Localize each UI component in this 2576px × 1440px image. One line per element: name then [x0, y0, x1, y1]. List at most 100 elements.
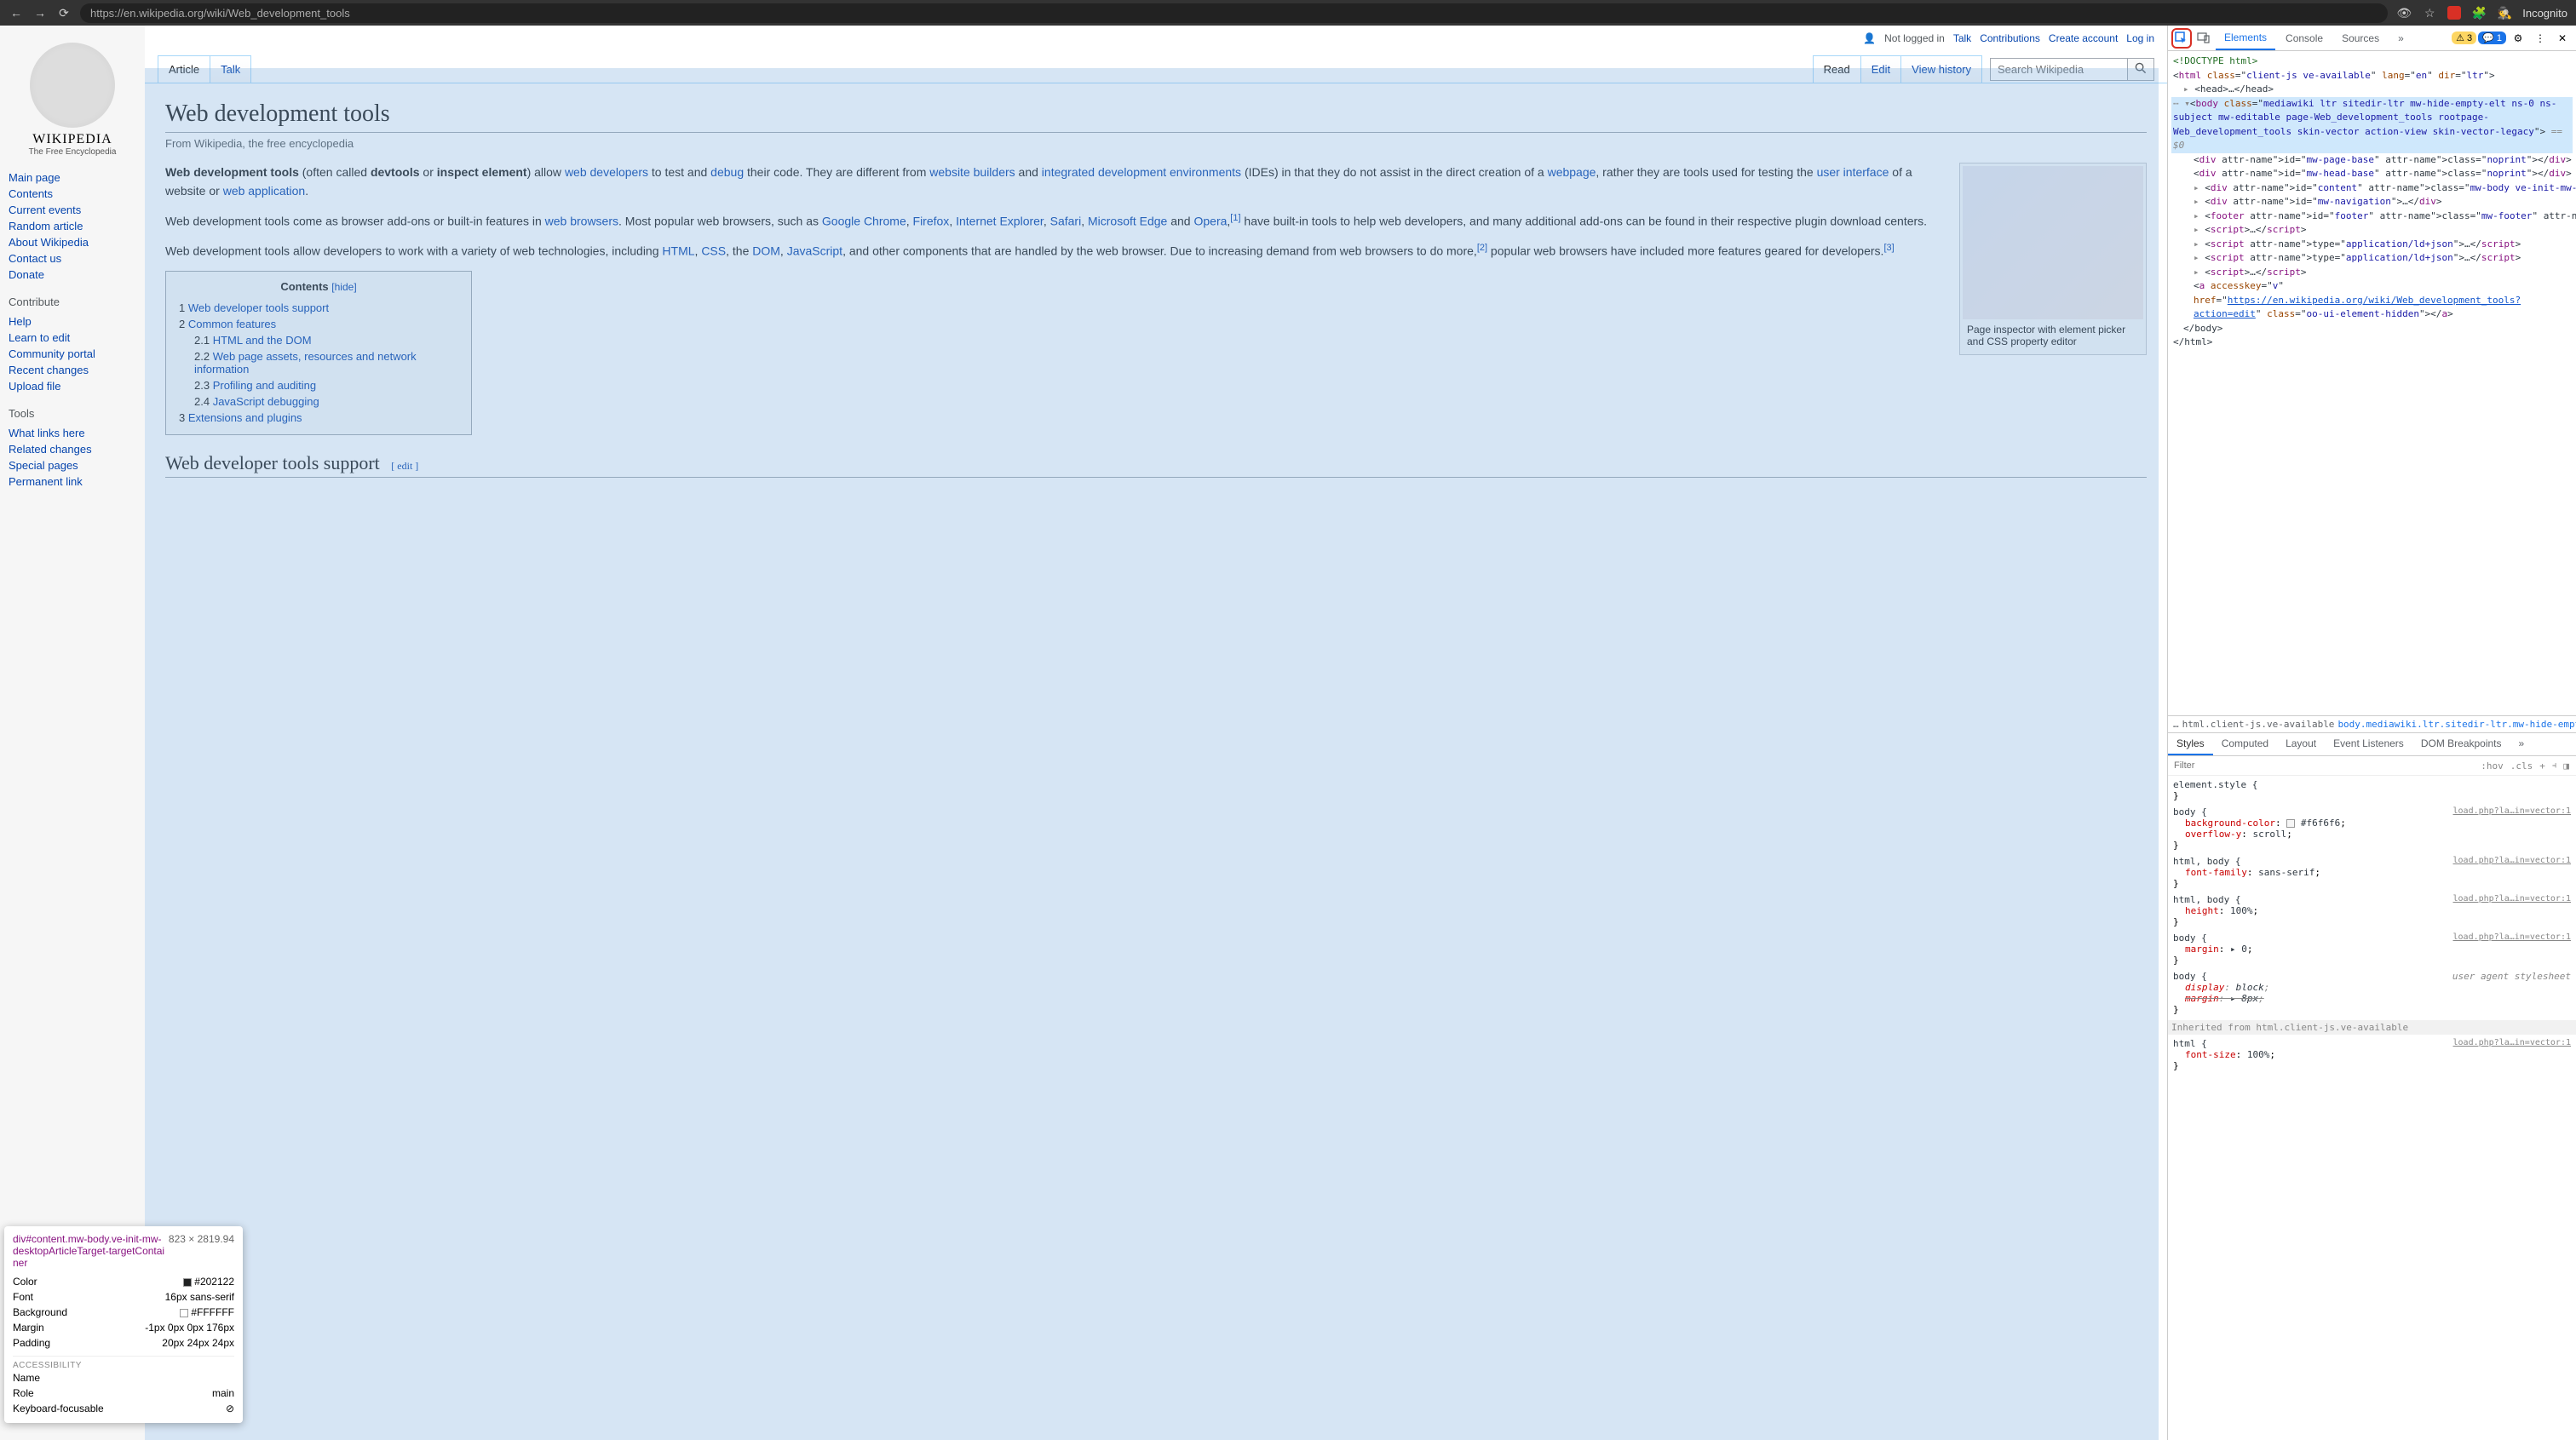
tab-sources[interactable]: Sources	[2333, 27, 2388, 49]
dom-node[interactable]: ▸ <div attr-name">id="mw-navigation">…</…	[2171, 195, 2573, 209]
toc-item[interactable]: 2.4 JavaScript debugging	[179, 393, 458, 410]
sidebar-link[interactable]: Current events	[9, 202, 136, 218]
styles-panel[interactable]: element.style {}body {load.php?la…in=vec…	[2168, 776, 2576, 1440]
contributions-link[interactable]: Contributions	[1980, 32, 2040, 44]
sidebar-link[interactable]: Permanent link	[9, 473, 136, 490]
edit-section-link[interactable]: [ edit ]	[391, 460, 418, 472]
toggle-panel-icon[interactable]: ◨	[2560, 760, 2573, 772]
sidebar-link[interactable]: Related changes	[9, 441, 136, 457]
thumbnail[interactable]: Page inspector with element picker and C…	[1959, 163, 2147, 355]
tab-edit[interactable]: Edit	[1860, 55, 1901, 83]
more-tabs-icon[interactable]: »	[2389, 27, 2412, 49]
toc-item[interactable]: 2.1 HTML and the DOM	[179, 332, 458, 348]
link-safari[interactable]: Safari	[1050, 214, 1082, 227]
css-rule[interactable]: html, body {load.php?la…in=vector:1heigh…	[2173, 894, 2571, 927]
source-link[interactable]: load.php?la…in=vector:1	[2453, 932, 2571, 944]
citation-1[interactable]: [1]	[1230, 213, 1240, 223]
tab-console[interactable]: Console	[2277, 27, 2332, 49]
link-css[interactable]: CSS	[701, 244, 726, 257]
talk-link[interactable]: Talk	[1953, 32, 1971, 44]
reload-icon[interactable]: ⟳	[56, 5, 72, 20]
eye-off-icon[interactable]: 👁	[2396, 5, 2412, 20]
more-styles-tabs-icon[interactable]: »	[2510, 733, 2533, 755]
sidebar-link[interactable]: Community portal	[9, 346, 136, 362]
close-icon[interactable]: ✕	[2552, 28, 2573, 49]
tab-elements[interactable]: Elements	[2216, 26, 2275, 50]
link-ide[interactable]: integrated development environments	[1042, 165, 1241, 179]
link-user-interface[interactable]: user interface	[1817, 165, 1889, 179]
kebab-icon[interactable]: ⋮	[2530, 28, 2550, 49]
tab-read[interactable]: Read	[1813, 55, 1861, 83]
dom-node[interactable]: <div attr-name">id="mw-page-base" attr-n…	[2171, 153, 2573, 168]
sidebar-link[interactable]: Main page	[9, 169, 136, 186]
device-toggle-icon[interactable]	[2194, 28, 2214, 49]
css-rule[interactable]: element.style {}	[2173, 779, 2571, 801]
sidebar-link[interactable]: About Wikipedia	[9, 234, 136, 250]
styles-filter-input[interactable]	[2171, 758, 2477, 773]
css-rule[interactable]: html, body {load.php?la…in=vector:1font-…	[2173, 856, 2571, 889]
link-firefox[interactable]: Firefox	[913, 214, 950, 227]
css-rule[interactable]: body {user agent stylesheetdisplay: bloc…	[2173, 971, 2571, 1015]
link-web-developers[interactable]: web developers	[565, 165, 648, 179]
toc-hide-link[interactable]: [hide]	[331, 281, 356, 293]
messages-badge[interactable]: 💬 1	[2478, 32, 2506, 44]
source-link[interactable]: load.php?la…in=vector:1	[2453, 856, 2571, 867]
dom-node[interactable]: ▸ <div attr-name">id="content" attr-name…	[2171, 181, 2573, 196]
link-opera[interactable]: Opera	[1193, 214, 1227, 227]
link-javascript[interactable]: JavaScript	[787, 244, 842, 257]
extension-icon[interactable]	[2447, 6, 2461, 20]
sidebar-link[interactable]: Contents	[9, 186, 136, 202]
source-link[interactable]: load.php?la…in=vector:1	[2453, 1038, 2571, 1049]
warnings-badge[interactable]: ⚠ 3	[2452, 32, 2476, 44]
dom-node-body[interactable]: ⋯ ▾<body class="mediawiki ltr sitedir-lt…	[2171, 97, 2573, 153]
url-bar[interactable]: https://en.wikipedia.org/wiki/Web_develo…	[80, 3, 2388, 23]
tab-talk[interactable]: Talk	[210, 55, 251, 83]
toc-item[interactable]: 3 Extensions and plugins	[179, 410, 458, 426]
create-account-link[interactable]: Create account	[2049, 32, 2118, 44]
cls-button[interactable]: .cls	[2507, 760, 2537, 772]
toc-item[interactable]: 2.3 Profiling and auditing	[179, 377, 458, 393]
sidebar-link[interactable]: Donate	[9, 267, 136, 283]
forward-icon[interactable]: →	[32, 5, 48, 20]
citation-3[interactable]: [3]	[1883, 243, 1894, 253]
link-edge[interactable]: Microsoft Edge	[1088, 214, 1167, 227]
dom-node[interactable]: ▸ <footer attr-name">id="footer" attr-na…	[2171, 209, 2573, 224]
link-ie[interactable]: Internet Explorer	[956, 214, 1044, 227]
toc-item[interactable]: 2 Common features	[179, 316, 458, 332]
source-link[interactable]: load.php?la…in=vector:1	[2453, 894, 2571, 905]
link-website-builders[interactable]: website builders	[929, 165, 1015, 179]
dom-breadcrumb[interactable]: … html.client-js.ve-available body.media…	[2168, 715, 2576, 733]
puzzle-icon[interactable]: 🧩	[2471, 5, 2487, 20]
styles-tab-layout[interactable]: Layout	[2277, 733, 2325, 755]
star-icon[interactable]: ☆	[2422, 5, 2437, 20]
link-web-browsers[interactable]: web browsers	[545, 214, 618, 227]
styles-tab-computed[interactable]: Computed	[2213, 733, 2277, 755]
dom-tree[interactable]: <!DOCTYPE html> <html class="client-js v…	[2168, 51, 2576, 715]
sidebar-link[interactable]: Help	[9, 313, 136, 330]
computed-panel-icon[interactable]: ⫞	[2549, 760, 2561, 772]
link-web-application[interactable]: web application	[223, 184, 306, 198]
sidebar-link[interactable]: Special pages	[9, 457, 136, 473]
toc-item[interactable]: 2.2 Web page assets, resources and netwo…	[179, 348, 458, 377]
search-button[interactable]	[2127, 59, 2153, 80]
sidebar-link[interactable]: Contact us	[9, 250, 136, 267]
dom-node[interactable]: <div attr-name">id="mw-head-base" attr-n…	[2171, 167, 2573, 181]
css-rule[interactable]: html {load.php?la…in=vector:1font-size: …	[2173, 1038, 2571, 1071]
toc-item[interactable]: 1 Web developer tools support	[179, 300, 458, 316]
add-rule-button[interactable]: +	[2536, 760, 2549, 772]
sidebar-link[interactable]: Learn to edit	[9, 330, 136, 346]
source-link[interactable]: load.php?la…in=vector:1	[2453, 806, 2571, 818]
inspect-element-icon[interactable]	[2171, 28, 2192, 49]
hov-button[interactable]: :hov	[2477, 760, 2507, 772]
link-webpage[interactable]: webpage	[1548, 165, 1596, 179]
styles-tab-dom-breakpoints[interactable]: DOM Breakpoints	[2412, 733, 2510, 755]
dom-node[interactable]: ▸ <script attr-name">type="application/l…	[2171, 238, 2573, 252]
sidebar-link[interactable]: Random article	[9, 218, 136, 234]
dom-node[interactable]: ▸ <script>…</script>	[2171, 266, 2573, 280]
sidebar-link[interactable]: Upload file	[9, 378, 136, 394]
link-html[interactable]: HTML	[662, 244, 694, 257]
sidebar-link[interactable]: What links here	[9, 425, 136, 441]
citation-2[interactable]: [2]	[1477, 243, 1487, 253]
back-icon[interactable]: ←	[9, 5, 24, 20]
link-chrome[interactable]: Google Chrome	[822, 214, 906, 227]
